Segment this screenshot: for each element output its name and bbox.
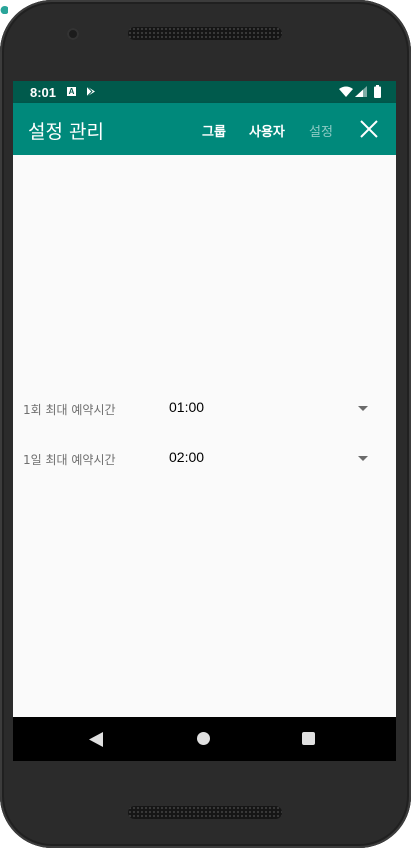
setting-row-per-day: 1일 최대 예약시간 02:00	[13, 441, 396, 477]
max-per-reservation-select[interactable]: 01:00	[165, 391, 375, 427]
app-bar: 설정 관리 그룹 사용자 설정	[13, 103, 396, 155]
dropdown-arrow-icon	[358, 456, 368, 461]
navigation-bar	[13, 717, 396, 761]
setting-value: 02:00	[169, 449, 205, 465]
setting-row-per-reservation: 1회 최대 예약시간 01:00	[13, 391, 396, 427]
page-title: 설정 관리	[28, 121, 104, 143]
close-button[interactable]	[357, 117, 381, 141]
bottom-speaker	[128, 806, 282, 819]
corner-mark: ●	[0, 6, 8, 14]
play-store-icon	[86, 86, 95, 97]
tab-settings[interactable]: 설정	[309, 121, 333, 140]
wifi-icon	[339, 86, 353, 97]
setting-value: 01:00	[169, 399, 205, 415]
tab-group[interactable]: 그룹	[202, 121, 226, 140]
setting-label: 1회 최대 예약시간	[23, 403, 116, 417]
close-icon	[360, 120, 378, 138]
back-icon[interactable]	[89, 732, 103, 747]
signal-icon	[355, 86, 367, 97]
device-screen: 8:01 A 설정 관리 그룹 사용자 설정 1회 최대 예약시간 01:00 …	[13, 81, 396, 761]
recents-icon[interactable]	[302, 732, 315, 745]
a-icon: A	[67, 87, 76, 96]
dropdown-arrow-icon	[358, 406, 368, 411]
status-bar: 8:01 A	[13, 81, 396, 103]
home-icon[interactable]	[197, 732, 210, 745]
phone-frame: 8:01 A 설정 관리 그룹 사용자 설정 1회 최대 예약시간 01:00 …	[0, 0, 411, 848]
top-speaker	[128, 27, 282, 40]
settings-content: 1회 최대 예약시간 01:00 1일 최대 예약시간 02:00	[13, 155, 396, 717]
battery-icon	[374, 85, 381, 98]
tab-users[interactable]: 사용자	[249, 121, 285, 140]
camera-icon	[67, 28, 79, 40]
status-time: 8:01	[30, 85, 57, 100]
setting-label: 1일 최대 예약시간	[23, 453, 116, 467]
max-per-day-select[interactable]: 02:00	[165, 441, 375, 477]
